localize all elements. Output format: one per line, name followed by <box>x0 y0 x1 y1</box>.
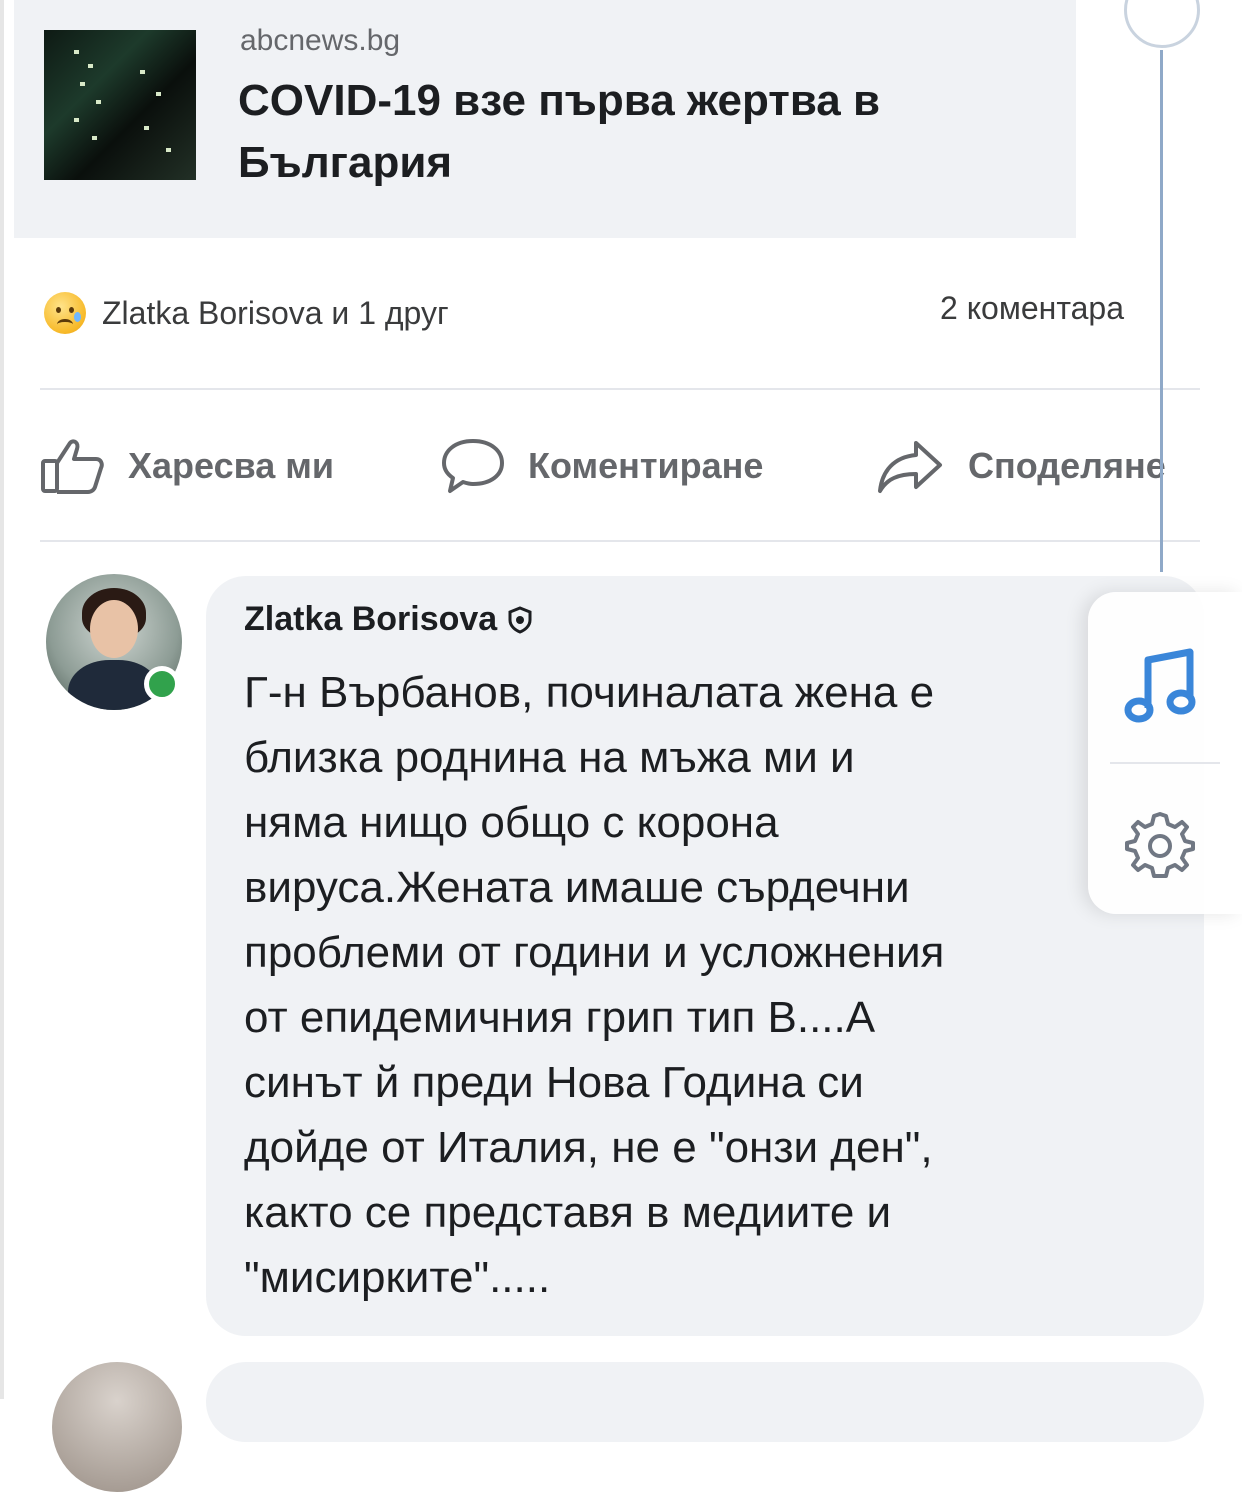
like-button[interactable]: Харесва ми <box>40 436 334 496</box>
share-button[interactable]: Споделяне <box>876 436 1166 496</box>
article-thumbnail[interactable] <box>44 30 196 180</box>
online-status-dot <box>144 666 180 702</box>
shield-badge-icon <box>508 605 532 634</box>
comment-label: Коментиране <box>528 445 764 486</box>
thumbs-up-icon <box>41 439 104 494</box>
divider <box>40 540 1200 542</box>
like-label: Харесва ми <box>128 445 335 486</box>
link-headline[interactable]: COVID-19 взе първа жертва в България <box>238 70 1058 194</box>
post-actions: Харесва ми Коментиране Споделяне <box>40 436 1210 496</box>
comment-button[interactable]: Коментиране <box>440 436 763 496</box>
comment-bubble-icon <box>442 439 504 493</box>
gear-icon[interactable] <box>1124 808 1196 880</box>
scroll-handle[interactable] <box>1124 0 1200 48</box>
author-name: Zlatka Borisova <box>244 600 498 638</box>
reactions-summary[interactable]: Zlatka Borisova и 1 друг <box>44 288 449 338</box>
next-comment-bubble <box>206 1362 1204 1442</box>
left-frame-border <box>0 0 4 1399</box>
comments-count[interactable]: 2 коментара <box>940 290 1124 327</box>
share-label: Споделяне <box>968 445 1166 486</box>
scroll-track[interactable] <box>1160 50 1163 572</box>
divider <box>40 388 1200 390</box>
share-arrow-icon <box>878 441 942 493</box>
tools-separator <box>1110 762 1220 764</box>
next-comment-avatar[interactable] <box>52 1362 182 1492</box>
comment-text: Г-н Върбанов, починалата жена е близка р… <box>244 668 945 1302</box>
sad-reaction-icon <box>44 292 86 334</box>
comment-author[interactable]: Zlatka Borisova <box>244 600 533 639</box>
link-source: abcnews.bg <box>240 24 401 57</box>
music-note-icon[interactable] <box>1124 646 1200 726</box>
reactions-text: Zlatka Borisova и 1 друг <box>102 294 449 331</box>
